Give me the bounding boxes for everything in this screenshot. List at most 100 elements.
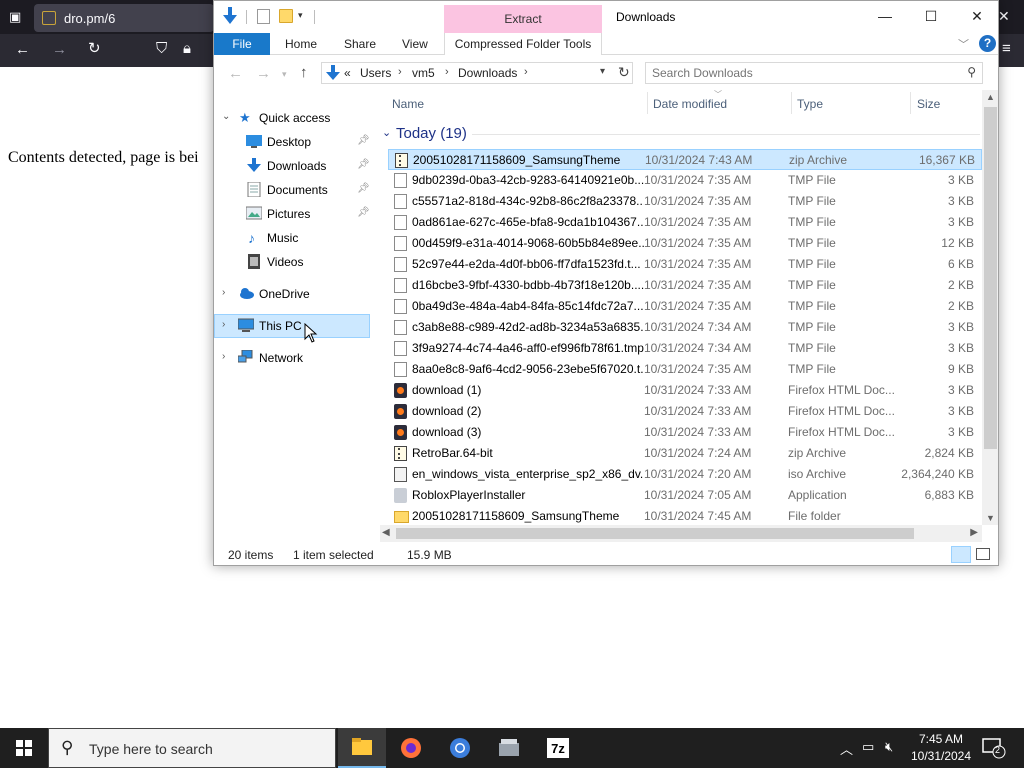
nav-network[interactable]: › Network (214, 346, 374, 370)
vertical-scrollbar[interactable]: ▲ ▼ (982, 90, 998, 525)
tab-home[interactable]: Home (285, 33, 317, 55)
column-divider[interactable] (791, 92, 792, 114)
column-header-size[interactable]: Size (917, 97, 940, 111)
forward-arrow-icon[interactable]: → (52, 42, 67, 57)
nav-this-pc[interactable]: › This PC (214, 314, 370, 338)
file-row[interactable]: 52c97e44-e2da-4d0f-bb06-ff7dfa1523fd.t..… (388, 254, 982, 275)
search-box[interactable]: ⚲ (645, 62, 983, 84)
file-row[interactable]: RobloxPlayerInstaller 10/31/2024 7:05 AM A… (388, 485, 982, 506)
qat-dropdown-icon[interactable]: ▾ (298, 10, 303, 21)
pin-icon[interactable]: 📌︎ (357, 183, 370, 194)
network-status-icon[interactable]: ▭ (862, 739, 874, 755)
file-row[interactable]: 9db0239d-0ba3-42cb-9283-64140921e0b... 10… (388, 170, 982, 191)
clock-time[interactable]: 7:45 AM (911, 732, 971, 746)
nav-onedrive[interactable]: › OneDrive (214, 282, 374, 306)
breadcrumb-vm5[interactable]: vm5 (412, 66, 435, 80)
file-row[interactable]: 20051028171158609_SamsungTheme 10/31/2024… (388, 149, 982, 170)
collapse-chevron-icon[interactable]: ⌄ (222, 111, 230, 122)
pin-icon[interactable]: 📌︎ (357, 159, 370, 170)
file-row[interactable]: c55571a2-818d-434c-92b8-86c2f8a23378....… (388, 191, 982, 212)
ribbon-expand-chevron-icon[interactable]: ﹀ (958, 36, 969, 52)
search-input[interactable] (652, 65, 952, 81)
pin-icon[interactable]: 📌︎ (357, 135, 370, 146)
column-divider[interactable] (910, 92, 911, 114)
show-hidden-icons-chevron-icon[interactable]: ︿ (840, 739, 853, 758)
column-header-name[interactable]: Name (392, 97, 424, 111)
breadcrumb-overflow[interactable]: « (344, 66, 351, 80)
scroll-right-icon[interactable]: ▶ (970, 527, 978, 538)
notification-center-icon[interactable] (980, 736, 1008, 760)
breadcrumb-separator-icon[interactable]: › (445, 66, 449, 78)
breadcrumb-separator-icon[interactable]: › (524, 66, 528, 78)
file-row[interactable]: 0ad861ae-627c-465e-bfa8-9cda1b104367....… (388, 212, 982, 233)
taskbar-file-explorer[interactable] (338, 728, 386, 768)
properties-icon[interactable] (257, 9, 270, 24)
file-row[interactable]: 3f9a9274-4c74-4a46-aff0-ef996fb78f61.tmp… (388, 338, 982, 359)
group-header-today[interactable]: ⌄ Today (19) (380, 123, 984, 145)
tab-file[interactable]: File (214, 33, 270, 55)
taskbar-installer[interactable] (485, 728, 533, 768)
expand-chevron-icon[interactable]: › (222, 319, 225, 330)
nav-item-pictures[interactable]: Pictures 📌︎ (214, 202, 374, 226)
expand-chevron-icon[interactable]: › (222, 351, 225, 362)
taskbar-firefox[interactable] (387, 728, 435, 768)
group-collapse-chevron-icon[interactable]: ⌄ (382, 126, 391, 139)
tracking-shield-icon[interactable]: ⛉ (156, 41, 167, 56)
back-button[interactable]: ← (228, 65, 243, 82)
file-row[interactable]: 8aa0e8c8-9af6-4cd2-9056-23ebe5f67020.t..… (388, 359, 982, 380)
breadcrumb-users[interactable]: Users (360, 66, 391, 80)
tab-compressed-folder-tools[interactable]: Compressed Folder Tools (444, 33, 602, 55)
file-row[interactable]: download (3) 10/31/2024 7:33 AM Firefox HT… (388, 422, 982, 443)
scroll-up-icon[interactable]: ▲ (986, 92, 995, 102)
file-row[interactable]: c3ab8e88-c989-42d2-ad8b-3234a53a6835....… (388, 317, 982, 338)
column-header-date-modified[interactable]: Date modified (653, 97, 727, 111)
breadcrumb-downloads[interactable]: Downloads (458, 66, 517, 80)
reload-icon[interactable]: ↻ (88, 41, 101, 56)
help-button[interactable]: ? (979, 35, 996, 52)
browser-tab[interactable]: dro.pm/6 (34, 4, 214, 32)
large-icons-view-icon[interactable] (976, 548, 990, 560)
lock-icon[interactable]: 🔒︎ (183, 41, 191, 56)
file-row[interactable]: 0ba49d3e-484a-4ab4-84fa-85c14fdc72a7....… (388, 296, 982, 317)
browser-close-icon[interactable]: ✕ (998, 9, 1010, 23)
maximize-button[interactable]: ☐ (908, 1, 954, 33)
back-arrow-icon[interactable]: ← (15, 42, 30, 57)
app-menu-icon[interactable]: ≡ (1002, 41, 1011, 56)
file-row[interactable]: 20051028171158609_SamsungTheme 10/31/2024… (388, 506, 982, 527)
file-row[interactable]: download (1) 10/31/2024 7:33 AM Firefox HT… (388, 380, 982, 401)
close-button[interactable]: ✕ (954, 1, 998, 33)
file-row[interactable]: en_windows_vista_enterprise_sp2_x86_dv..… (388, 464, 982, 485)
pin-icon[interactable]: 📌︎ (357, 207, 370, 218)
scroll-thumb[interactable] (396, 528, 914, 539)
nav-item-desktop[interactable]: Desktop 📌︎ (214, 130, 374, 154)
column-header-type[interactable]: Type (797, 97, 823, 111)
file-row[interactable]: 00d459f9-e31a-4014-9068-60b5b84e89ee....… (388, 233, 982, 254)
clock-date[interactable]: 10/31/2024 (906, 749, 976, 763)
nav-item-downloads[interactable]: Downloads 📌︎ (214, 154, 374, 178)
tab-overview-icon[interactable]: ▣ (9, 10, 21, 23)
recent-locations-chevron-icon[interactable]: ▾ (282, 69, 287, 80)
tab-share[interactable]: Share (344, 33, 376, 55)
file-row[interactable]: RetroBar.64-bit 10/31/2024 7:24 AM zip Arc… (388, 443, 982, 464)
address-bar[interactable]: « Users › vm5 › Downloads › ▾ ↻ (321, 62, 633, 84)
taskbar-chrome[interactable] (436, 728, 484, 768)
scroll-left-icon[interactable]: ◀ (382, 527, 390, 538)
up-button[interactable]: ↑ (300, 64, 308, 81)
minimize-button[interactable]: — (862, 1, 908, 33)
scroll-down-icon[interactable]: ▼ (986, 513, 995, 523)
column-divider[interactable] (647, 92, 648, 114)
file-row[interactable]: d16bcbe3-9fbf-4330-bdbb-4b73f18e120b....… (388, 275, 982, 296)
expand-chevron-icon[interactable]: › (222, 287, 225, 298)
breadcrumb-separator-icon[interactable]: › (398, 66, 402, 78)
taskbar-7zip[interactable]: 7z (534, 728, 582, 768)
refresh-icon[interactable]: ↻ (618, 64, 630, 81)
address-history-chevron-icon[interactable]: ▾ (600, 66, 605, 77)
nav-quick-access[interactable]: ⌄ ★ Quick access (214, 106, 374, 130)
windows-start-icon[interactable] (0, 728, 48, 768)
new-folder-icon[interactable] (279, 9, 293, 23)
download-arrow-icon[interactable] (222, 7, 238, 25)
horizontal-scrollbar[interactable]: ◀ ▶ (380, 525, 982, 542)
scroll-thumb[interactable] (984, 107, 997, 449)
nav-item-documents[interactable]: Documents 📌︎ (214, 178, 374, 202)
taskbar-search[interactable]: ⚲ Type here to search (48, 728, 336, 768)
